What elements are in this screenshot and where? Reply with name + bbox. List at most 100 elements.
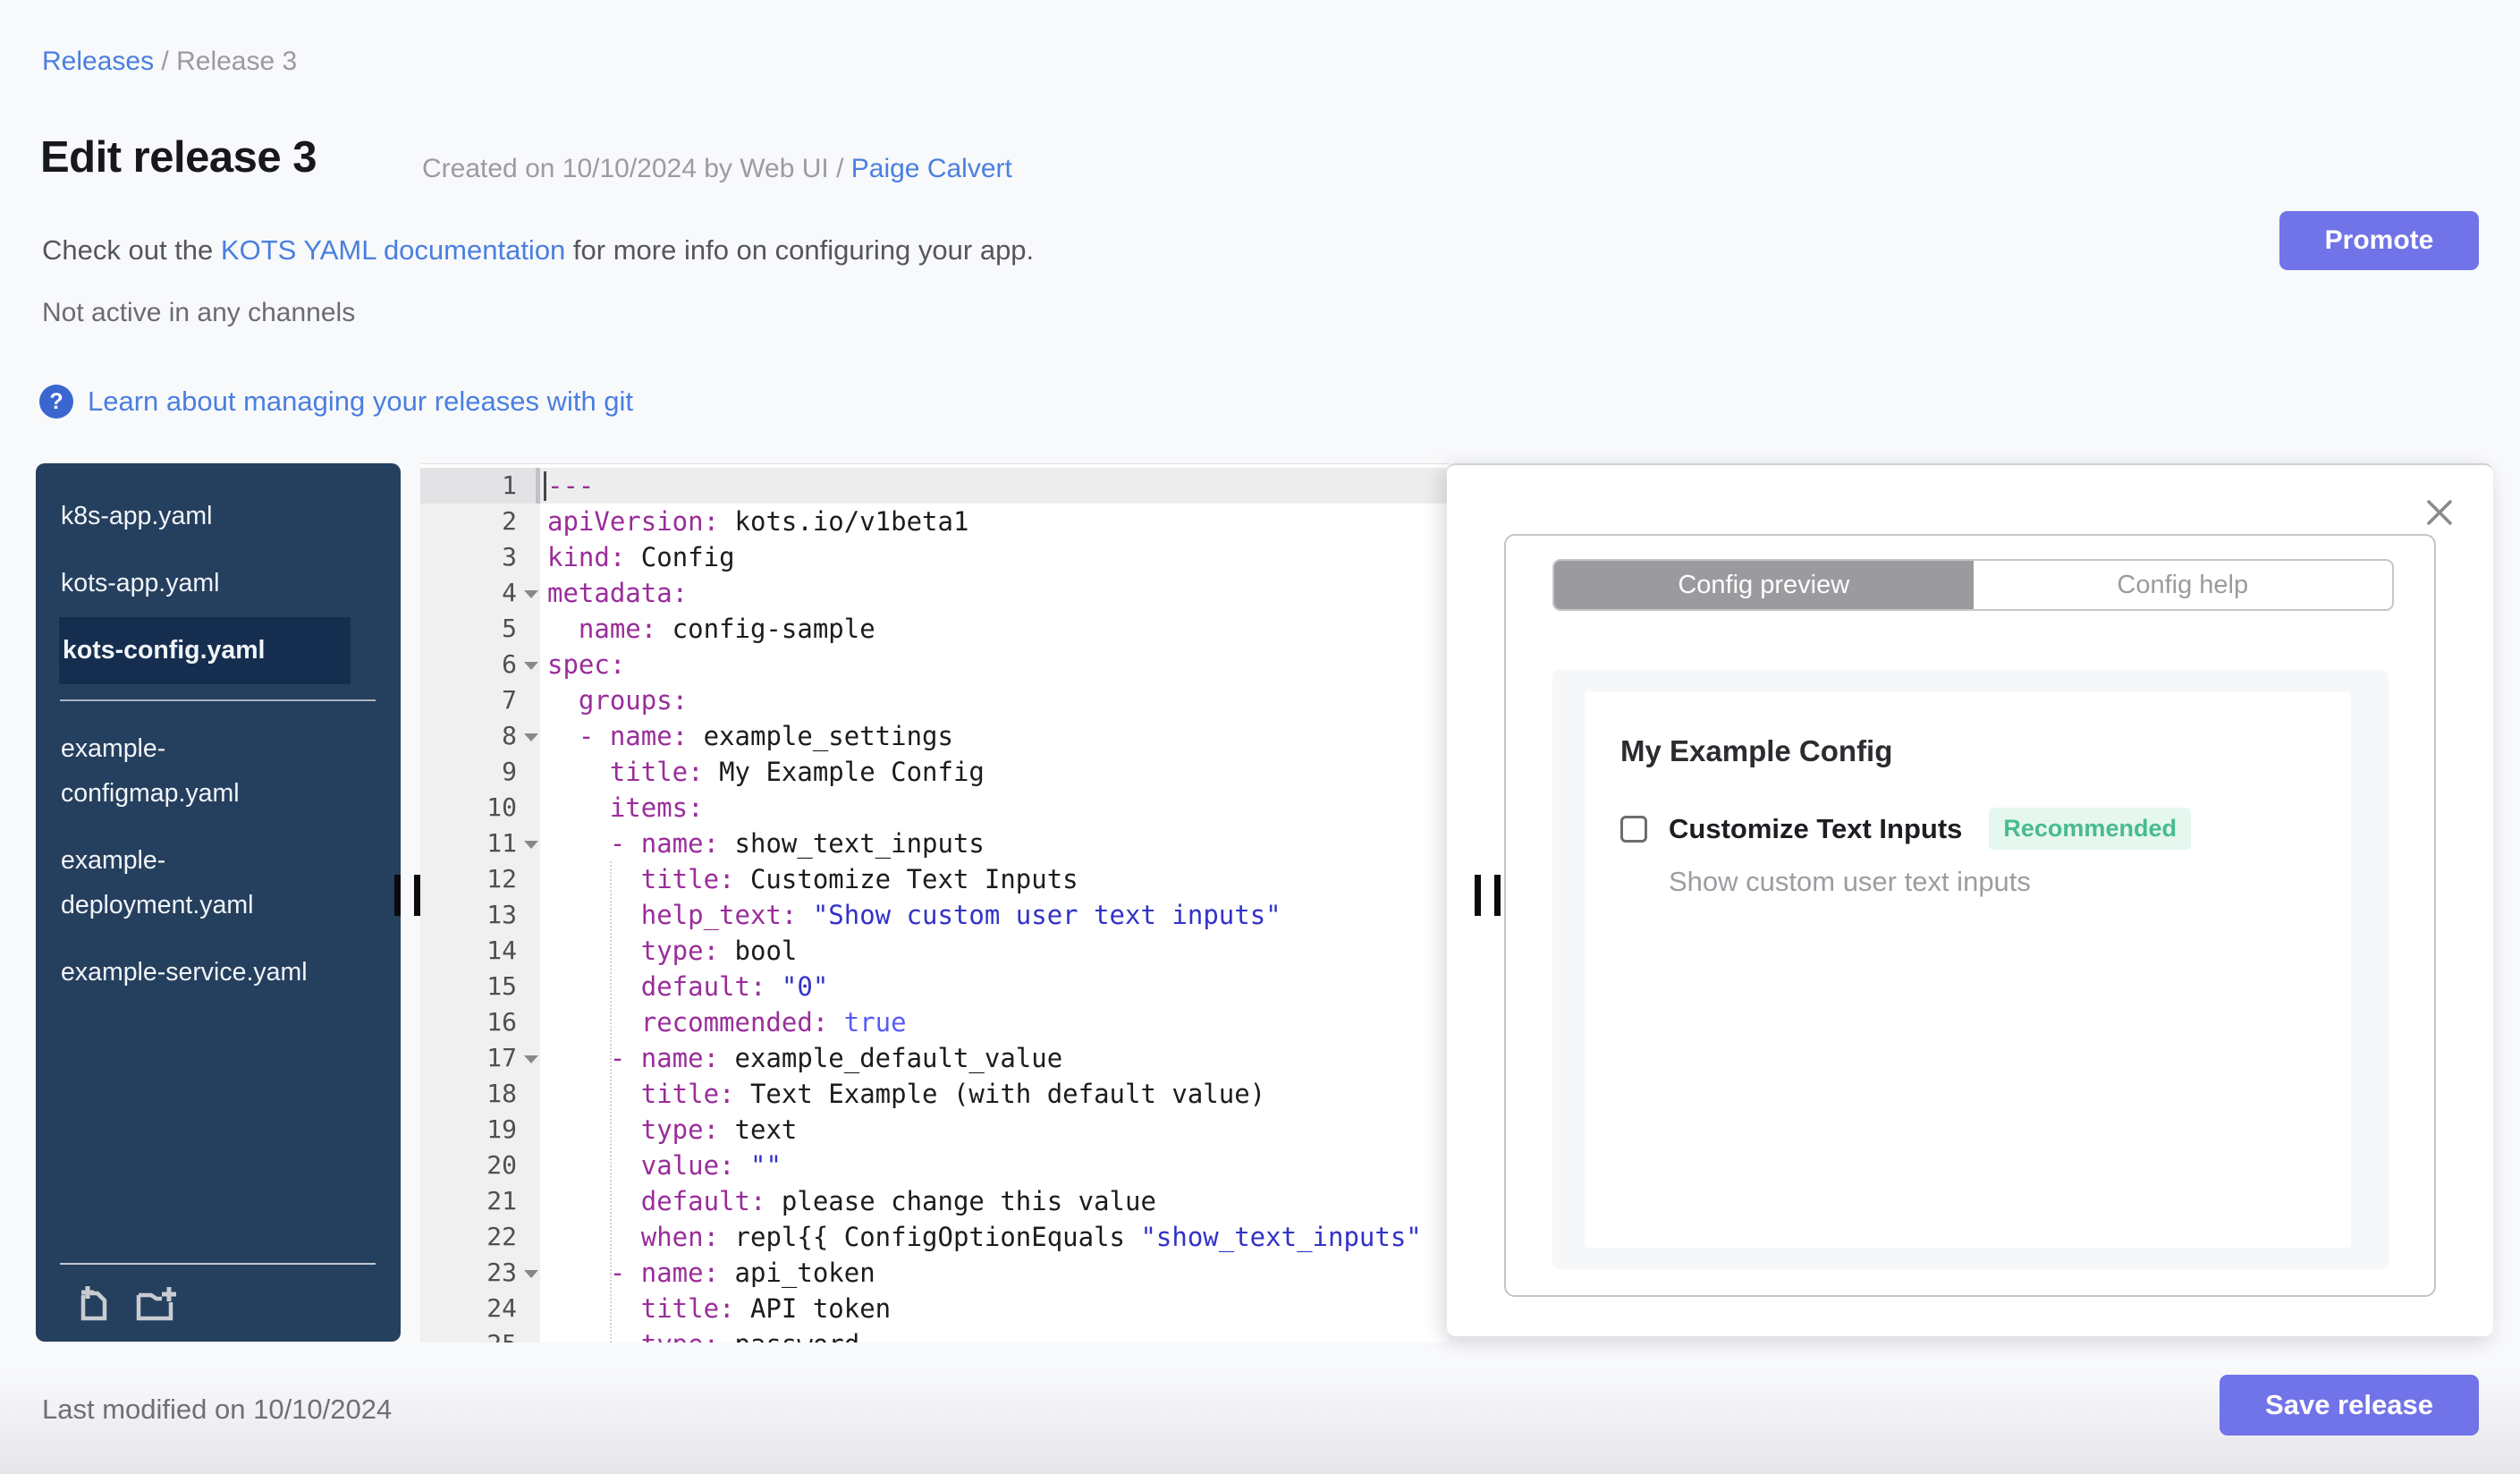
- last-modified-text: Last modified on 10/10/2024: [42, 1394, 393, 1425]
- config-item-label: Customize Text Inputs: [1669, 812, 1963, 844]
- fold-arrow-icon[interactable]: [524, 841, 538, 849]
- created-author-link[interactable]: Paige Calvert: [851, 154, 1012, 183]
- indent-guide: [610, 861, 612, 1343]
- line-number: 13: [486, 900, 517, 929]
- line-number: 16: [486, 1007, 517, 1037]
- recommended-badge: Recommended: [1989, 808, 2191, 850]
- code-line[interactable]: 21 default: please change this value: [420, 1183, 1449, 1219]
- yaml-code-editor[interactable]: 1 --- 2 apiVersion: kots.io/v1beta1 3 kind: C…: [420, 463, 1449, 1343]
- code-line[interactable]: 3 kind: Config: [420, 539, 1449, 575]
- code-line[interactable]: 12 title: Customize Text Inputs: [420, 861, 1449, 897]
- file-list-bottom: example-configmap.yaml example-deployment…: [36, 716, 401, 1006]
- doc-prefix: Check out the: [42, 234, 221, 266]
- sidebar-file-example-deployment-yaml[interactable]: example-deployment.yaml: [36, 827, 401, 939]
- code-line[interactable]: 16 recommended: true: [420, 1004, 1449, 1040]
- config-group-title: My Example Config: [1620, 734, 1893, 767]
- add-folder-icon[interactable]: [133, 1283, 180, 1324]
- code-line[interactable]: 17 - name: example_default_value: [420, 1040, 1449, 1076]
- code-line[interactable]: 4 metadata:: [420, 575, 1449, 611]
- line-number: 21: [486, 1186, 517, 1216]
- breadcrumb-releases-link[interactable]: Releases: [42, 47, 154, 76]
- line-number: 18: [486, 1079, 517, 1108]
- line-number: 4: [502, 578, 517, 607]
- line-number: 12: [486, 864, 517, 894]
- sidebar-footer: [60, 1263, 376, 1342]
- code-line[interactable]: 7 groups:: [420, 682, 1449, 718]
- created-text: Created on 10/10/2024 by Web UI / Paige …: [422, 154, 1012, 184]
- code-line[interactable]: 11 - name: show_text_inputs: [420, 826, 1449, 861]
- text-cursor: [544, 471, 546, 501]
- sidebar-file-k8s-app-yaml[interactable]: k8s-app.yaml: [36, 483, 401, 550]
- code-line[interactable]: 8 - name: example_settings: [420, 718, 1449, 754]
- config-preview-panel: Config preview Config help My Example Co…: [1447, 463, 2493, 1336]
- line-number: 9: [502, 757, 517, 786]
- line-number: 19: [486, 1114, 517, 1144]
- line-number: 10: [486, 792, 517, 822]
- editor-preview-resize-handle[interactable]: [1475, 875, 1509, 916]
- resize-bar: [414, 875, 420, 916]
- fold-arrow-icon[interactable]: [524, 590, 538, 598]
- code-line[interactable]: 18 title: Text Example (with default val…: [420, 1076, 1449, 1112]
- line-number: 5: [502, 614, 517, 643]
- code-line[interactable]: 10 items:: [420, 790, 1449, 826]
- config-item-row: Customize Text Inputs Recommended: [1620, 808, 2351, 850]
- line-number: 22: [486, 1222, 517, 1251]
- code-line[interactable]: 9 title: My Example Config: [420, 754, 1449, 790]
- breadcrumb-separator: /: [161, 47, 177, 76]
- code-line[interactable]: 1 ---: [420, 468, 1449, 504]
- code-line[interactable]: 20 value: "": [420, 1148, 1449, 1183]
- sidebar-file-example-configmap-yaml[interactable]: example-configmap.yaml: [36, 716, 401, 827]
- help-question-icon[interactable]: ?: [39, 385, 73, 419]
- code-line[interactable]: 24 title: API token: [420, 1291, 1449, 1326]
- resize-bar: [1494, 875, 1501, 916]
- file-list-divider: [60, 699, 376, 701]
- code-lines: 1 --- 2 apiVersion: kots.io/v1beta1 3 kind: C…: [420, 468, 1449, 1343]
- code-line[interactable]: 14 type: bool: [420, 933, 1449, 969]
- line-number: 14: [486, 936, 517, 965]
- line-number: 2: [502, 506, 517, 536]
- tab-config-preview[interactable]: Config preview: [1554, 561, 1974, 609]
- promote-button[interactable]: Promote: [2279, 211, 2479, 270]
- code-line[interactable]: 25 type: password: [420, 1326, 1449, 1343]
- close-panel-button[interactable]: [2422, 496, 2457, 531]
- code-line[interactable]: 13 help_text: "Show custom user text inp…: [420, 897, 1449, 933]
- line-number: 11: [486, 828, 517, 858]
- preview-tabs: Config preview Config help: [1552, 559, 2394, 611]
- fold-arrow-icon[interactable]: [524, 733, 538, 741]
- line-number: 6: [502, 649, 517, 679]
- fold-arrow-icon[interactable]: [524, 1270, 538, 1278]
- code-line[interactable]: 15 default: "0": [420, 969, 1449, 1004]
- line-number: 23: [486, 1258, 517, 1287]
- config-preview-body: My Example Config Customize Text Inputs …: [1552, 670, 2389, 1269]
- sidebar-file-kots-config-yaml[interactable]: kots-config.yaml: [59, 617, 351, 684]
- kots-yaml-doc-link[interactable]: KOTS YAML documentation: [221, 234, 565, 266]
- channel-status: Not active in any channels: [42, 298, 356, 327]
- sidebar-file-kots-app-yaml[interactable]: kots-app.yaml: [36, 550, 401, 617]
- code-line[interactable]: 5 name: config-sample: [420, 611, 1449, 647]
- file-list-top: k8s-app.yaml kots-app.yaml kots-config.yam…: [36, 463, 401, 684]
- code-line[interactable]: 6 spec:: [420, 647, 1449, 682]
- code-line[interactable]: 23 - name: api_token: [420, 1255, 1449, 1291]
- config-card: My Example Config Customize Text Inputs …: [1585, 691, 2351, 1248]
- doc-suffix: for more info on configuring your app.: [565, 234, 1035, 266]
- line-number: 24: [486, 1293, 517, 1323]
- code-line[interactable]: 22 when: repl{{ ConfigOptionEquals "show…: [420, 1219, 1449, 1255]
- fold-arrow-icon[interactable]: [524, 662, 538, 670]
- page-title: Edit release 3: [40, 133, 317, 182]
- sidebar-file-example-service-yaml[interactable]: example-service.yaml: [36, 939, 401, 1006]
- created-meta: Created on 10/10/2024 by Web UI /: [422, 154, 844, 183]
- sidebar-editor-resize-handle[interactable]: [394, 875, 428, 916]
- resize-bar: [394, 875, 401, 916]
- add-file-icon[interactable]: [72, 1283, 114, 1324]
- code-line[interactable]: 2 apiVersion: kots.io/v1beta1: [420, 504, 1449, 539]
- fold-arrow-icon[interactable]: [524, 1055, 538, 1063]
- line-number: 7: [502, 685, 517, 715]
- line-number: 25: [486, 1329, 517, 1343]
- tab-config-help[interactable]: Config help: [1974, 561, 2393, 609]
- config-item-checkbox[interactable]: [1620, 815, 1647, 843]
- save-release-button[interactable]: Save release: [2220, 1375, 2479, 1436]
- breadcrumb-current: Release 3: [176, 47, 298, 76]
- git-releases-link[interactable]: Learn about managing your releases with …: [88, 385, 633, 418]
- code-line[interactable]: 19 type: text: [420, 1112, 1449, 1148]
- config-item-help-text: Show custom user text inputs: [1669, 866, 2031, 897]
